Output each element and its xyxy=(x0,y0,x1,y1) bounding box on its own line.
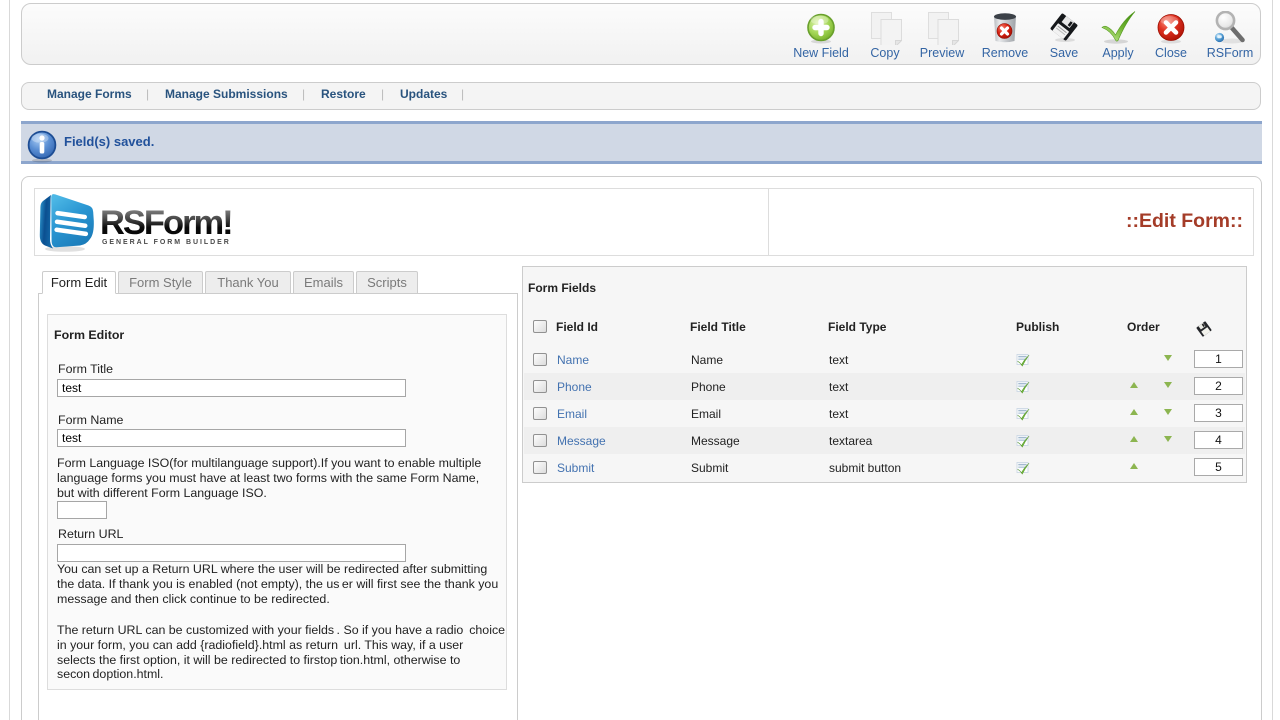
svg-text:RSForm!: RSForm! xyxy=(100,204,232,242)
svg-text:GENERAL FORM BUILDER: GENERAL FORM BUILDER xyxy=(102,239,231,246)
